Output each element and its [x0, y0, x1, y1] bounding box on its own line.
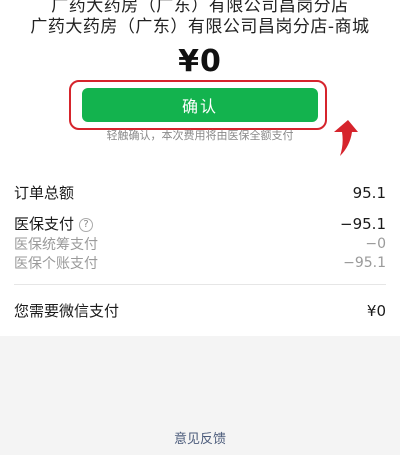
payment-amount: ¥0: [178, 44, 222, 79]
wechat-pay-label: 您需要微信支付: [14, 302, 120, 320]
section-divider: [14, 284, 386, 285]
feedback-link[interactable]: 意见反馈: [0, 428, 400, 447]
personal-row: 医保个账支付 −95.1: [14, 253, 386, 273]
insurance-label: 医保支付: [14, 215, 75, 233]
wechat-pay-row: 您需要微信支付 ¥0: [14, 300, 386, 321]
insurance-value: −95.1: [340, 214, 386, 233]
personal-value: −95.1: [343, 255, 386, 271]
wechat-pay-value: ¥0: [366, 301, 386, 320]
order-total-label: 订单总额: [14, 184, 75, 202]
pooled-row: 医保统筹支付 −0: [14, 234, 386, 254]
red-arrow-icon: [334, 120, 358, 156]
insurance-row: 医保支付? −95.1: [14, 213, 386, 234]
question-mark-icon[interactable]: ?: [79, 217, 94, 232]
pooled-value: −0: [365, 236, 386, 252]
personal-label: 医保个账支付: [14, 256, 98, 272]
merchant-name: 广药大药房（广东）有限公司昌岗分店-商城: [30, 17, 370, 37]
confirm-button[interactable]: 确认: [82, 88, 318, 122]
order-total-row: 订单总额 95.1: [14, 182, 386, 203]
order-total-value: 95.1: [352, 183, 386, 202]
pooled-label: 医保统筹支付: [14, 237, 98, 253]
